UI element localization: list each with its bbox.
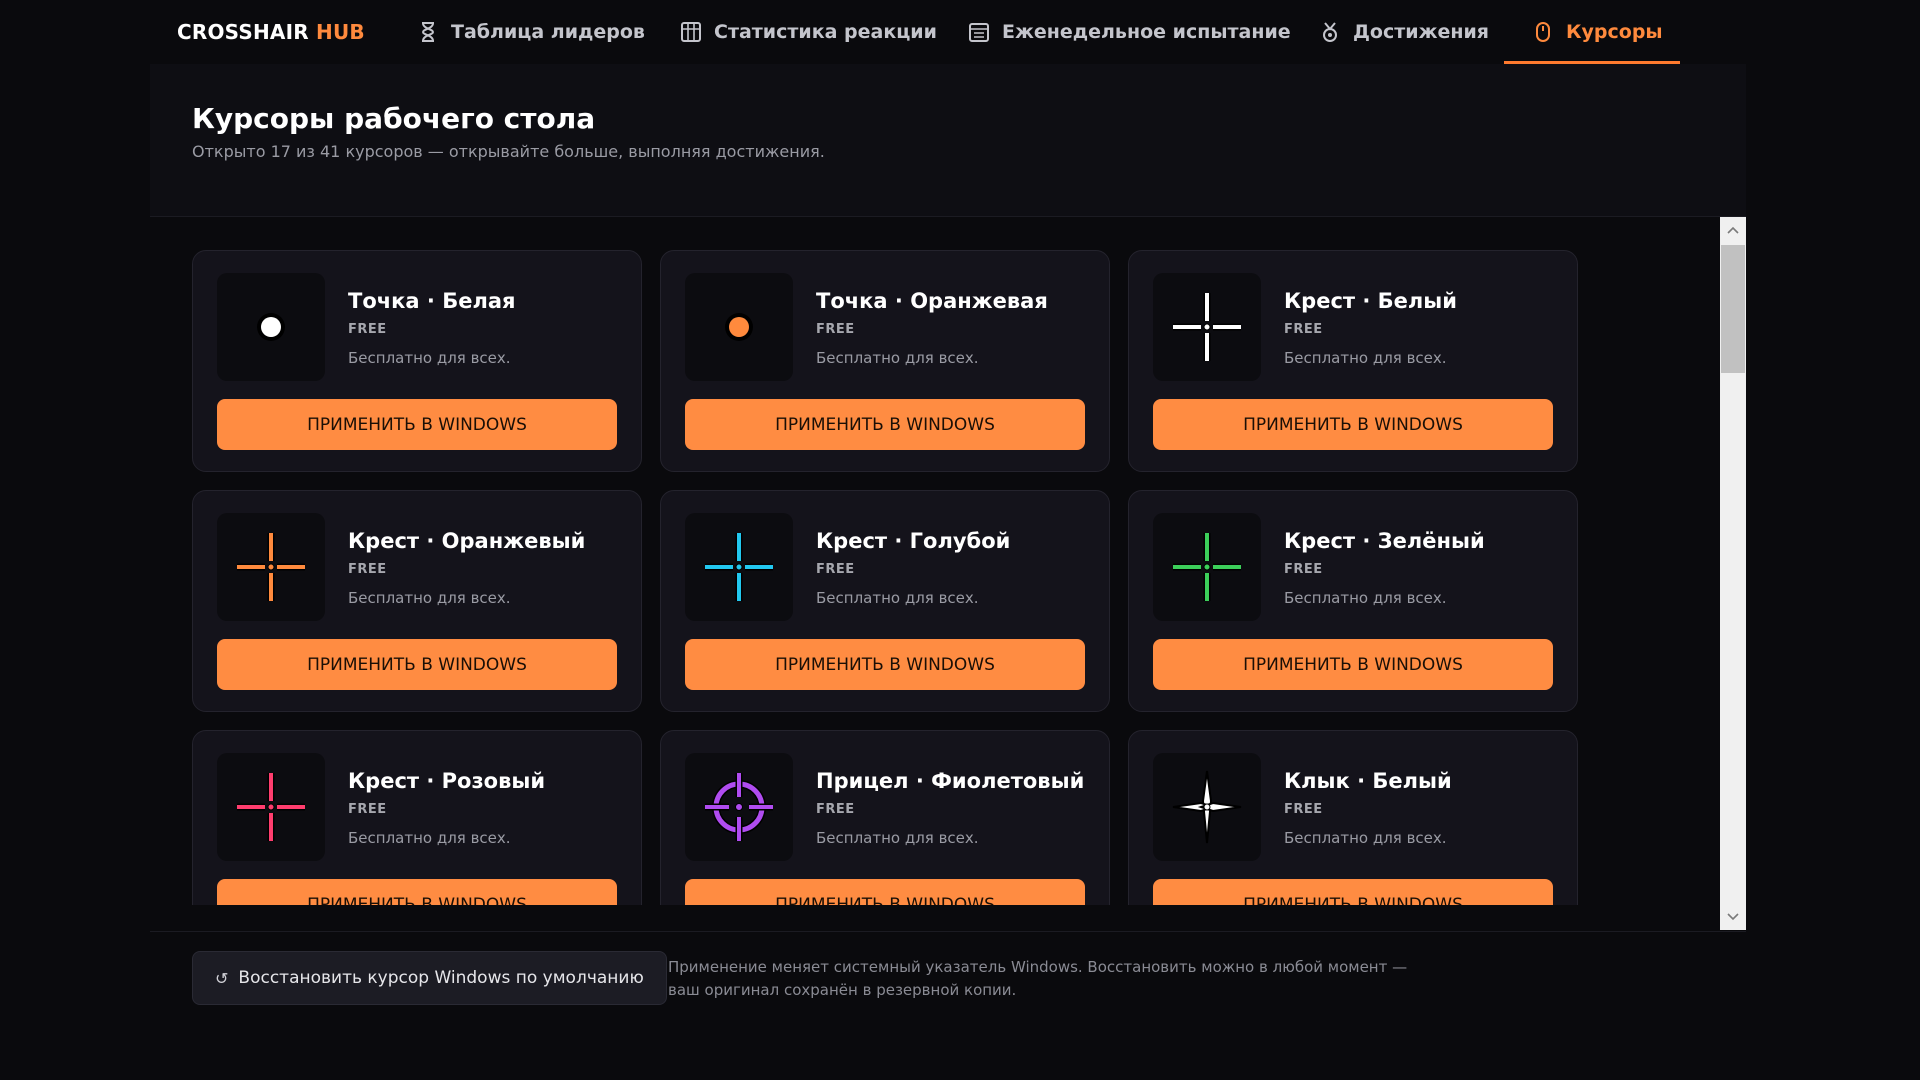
- cursor-tier-badge: FREE: [1284, 802, 1323, 817]
- tab-label: Курсоры: [1566, 21, 1663, 43]
- cursor-description: Бесплатно для всех.: [1284, 589, 1447, 607]
- cursor-description: Бесплатно для всех.: [348, 829, 511, 847]
- restore-default-cursor-button[interactable]: ↺ Восстановить курсор Windows по умолчан…: [192, 951, 667, 1005]
- dot-white-icon: [257, 313, 285, 341]
- cursor-description: Бесплатно для всех.: [816, 349, 979, 367]
- cursor-description: Бесплатно для всех.: [1284, 829, 1447, 847]
- apply-in-windows-button[interactable]: ПРИМЕНИТЬ В WINDOWS: [1153, 639, 1553, 690]
- cursor-tier-badge: FREE: [1284, 322, 1323, 337]
- cursor-card: Крест · Розовый FREE Бесплатно для всех.…: [192, 730, 642, 905]
- cursor-list-panel: Точка · Белая FREE Бесплатно для всех. П…: [150, 217, 1746, 930]
- apply-in-windows-button[interactable]: ПРИМЕНИТЬ В WINDOWS: [685, 639, 1085, 690]
- cursor-tier-badge: FREE: [816, 322, 855, 337]
- tab-label: Таблица лидеров: [451, 21, 645, 43]
- cursor-name: Крест · Оранжевый: [348, 529, 586, 553]
- footer-note: Применение меняет системный указатель Wi…: [668, 958, 1408, 999]
- fang-white-icon: [1172, 770, 1242, 844]
- scroll-up-arrow[interactable]: [1720, 217, 1746, 243]
- brand-name-part1: CROSSHAIR: [177, 20, 317, 44]
- cursor-name: Клык · Белый: [1284, 769, 1452, 793]
- restore-default-cursor-label: Восстановить курсор Windows по умолчанию: [238, 968, 644, 988]
- tab-reaction-stats[interactable]: Статистика реакции: [680, 0, 937, 64]
- page-subtitle: Открыто 17 из 41 курсоров — открывайте б…: [192, 142, 825, 161]
- cross-green-icon: [1173, 533, 1241, 601]
- apply-in-windows-button[interactable]: ПРИМЕНИТЬ В WINDOWS: [1153, 399, 1553, 450]
- cursor-preview: [1153, 273, 1261, 381]
- grid-chart-icon: [680, 21, 702, 43]
- footer-bar: ↺ Восстановить курсор Windows по умолчан…: [150, 931, 1746, 1032]
- cursor-card: Прицел · Фиолетовый FREE Бесплатно для в…: [660, 730, 1110, 905]
- cursor-preview: [217, 513, 325, 621]
- calendar-icon: [968, 21, 990, 43]
- cross-cyan-icon: [705, 533, 773, 601]
- vertical-scrollbar[interactable]: [1720, 217, 1746, 930]
- cursor-preview: [685, 753, 793, 861]
- cursor-preview: [685, 513, 793, 621]
- tab-weekly-challenge[interactable]: Еженедельное испытание: [968, 0, 1291, 64]
- tab-label: Достижения: [1353, 21, 1489, 43]
- cross-white-icon: [1173, 293, 1241, 361]
- cross-pink-icon: [237, 773, 305, 841]
- cursor-description: Бесплатно для всех.: [348, 349, 511, 367]
- apply-in-windows-button[interactable]: ПРИМЕНИТЬ В WINDOWS: [685, 879, 1085, 905]
- cursor-tier-badge: FREE: [348, 802, 387, 817]
- tab-label: Еженедельное испытание: [1002, 21, 1291, 43]
- cursor-card: Крест · Белый FREE Бесплатно для всех. П…: [1128, 250, 1578, 472]
- cursor-card: Крест · Оранжевый FREE Бесплатно для все…: [192, 490, 642, 712]
- cursor-name: Точка · Белая: [348, 289, 516, 313]
- mouse-icon: [1532, 21, 1554, 43]
- cross-orange-icon: [237, 533, 305, 601]
- cursor-name: Прицел · Фиолетовый: [816, 769, 1085, 793]
- dot-orange-icon: [725, 313, 753, 341]
- apply-in-windows-button[interactable]: ПРИМЕНИТЬ В WINDOWS: [685, 399, 1085, 450]
- cursor-card: Крест · Зелёный FREE Бесплатно для всех.…: [1128, 490, 1578, 712]
- cursor-card: Крест · Голубой FREE Бесплатно для всех.…: [660, 490, 1110, 712]
- brand-logo[interactable]: CROSSHAIR HUB: [177, 20, 365, 44]
- cursor-name: Точка · Оранжевая: [816, 289, 1048, 313]
- apply-in-windows-button[interactable]: ПРИМЕНИТЬ В WINDOWS: [217, 879, 617, 905]
- cursor-preview: [685, 273, 793, 381]
- cursor-description: Бесплатно для всех.: [1284, 349, 1447, 367]
- chevron-down-icon: [1727, 913, 1739, 921]
- reset-icon: ↺: [215, 968, 229, 988]
- cursor-tier-badge: FREE: [1284, 562, 1323, 577]
- page-header: Курсоры рабочего стола Открыто 17 из 41 …: [150, 64, 1746, 217]
- tab-achievements[interactable]: Достижения: [1319, 0, 1489, 64]
- page-title: Курсоры рабочего стола: [192, 102, 596, 135]
- cursor-name: Крест · Зелёный: [1284, 529, 1485, 553]
- cursor-name: Крест · Белый: [1284, 289, 1457, 313]
- cursor-card: Точка · Белая FREE Бесплатно для всех. П…: [192, 250, 642, 472]
- cursor-preview: [217, 753, 325, 861]
- cursor-tier-badge: FREE: [348, 322, 387, 337]
- cursor-grid: Точка · Белая FREE Бесплатно для всех. П…: [192, 250, 1578, 905]
- hourglass-icon: [417, 21, 439, 43]
- cursor-name: Крест · Голубой: [816, 529, 1011, 553]
- tab-label: Статистика реакции: [714, 21, 937, 43]
- tab-leaderboard[interactable]: Таблица лидеров: [417, 0, 645, 64]
- cursor-grid-viewport[interactable]: Точка · Белая FREE Бесплатно для всех. П…: [150, 217, 1720, 905]
- apply-in-windows-button[interactable]: ПРИМЕНИТЬ В WINDOWS: [217, 399, 617, 450]
- scroll-thumb[interactable]: [1721, 245, 1745, 373]
- brand-name-part2: HUB: [316, 20, 365, 44]
- scroll-down-arrow[interactable]: [1720, 904, 1746, 930]
- cursor-card: Клык · Белый FREE Бесплатно для всех. ПР…: [1128, 730, 1578, 905]
- medal-icon: [1319, 21, 1341, 43]
- cursor-tier-badge: FREE: [348, 562, 387, 577]
- tab-cursors[interactable]: Курсоры: [1504, 0, 1680, 64]
- cursor-description: Бесплатно для всех.: [348, 589, 511, 607]
- cursor-preview: [217, 273, 325, 381]
- cursor-card: Точка · Оранжевая FREE Бесплатно для все…: [660, 250, 1110, 472]
- cursor-description: Бесплатно для всех.: [816, 589, 979, 607]
- scope-purple-icon: [705, 773, 773, 841]
- cursor-preview: [1153, 513, 1261, 621]
- top-navigation: CROSSHAIR HUB Таблица лидеров Статистика…: [150, 0, 1746, 64]
- cursor-tier-badge: FREE: [816, 562, 855, 577]
- cursor-preview: [1153, 753, 1261, 861]
- cursor-name: Крест · Розовый: [348, 769, 546, 793]
- apply-in-windows-button[interactable]: ПРИМЕНИТЬ В WINDOWS: [1153, 879, 1553, 905]
- cursor-tier-badge: FREE: [816, 802, 855, 817]
- chevron-up-icon: [1727, 226, 1739, 234]
- cursor-description: Бесплатно для всех.: [816, 829, 979, 847]
- apply-in-windows-button[interactable]: ПРИМЕНИТЬ В WINDOWS: [217, 639, 617, 690]
